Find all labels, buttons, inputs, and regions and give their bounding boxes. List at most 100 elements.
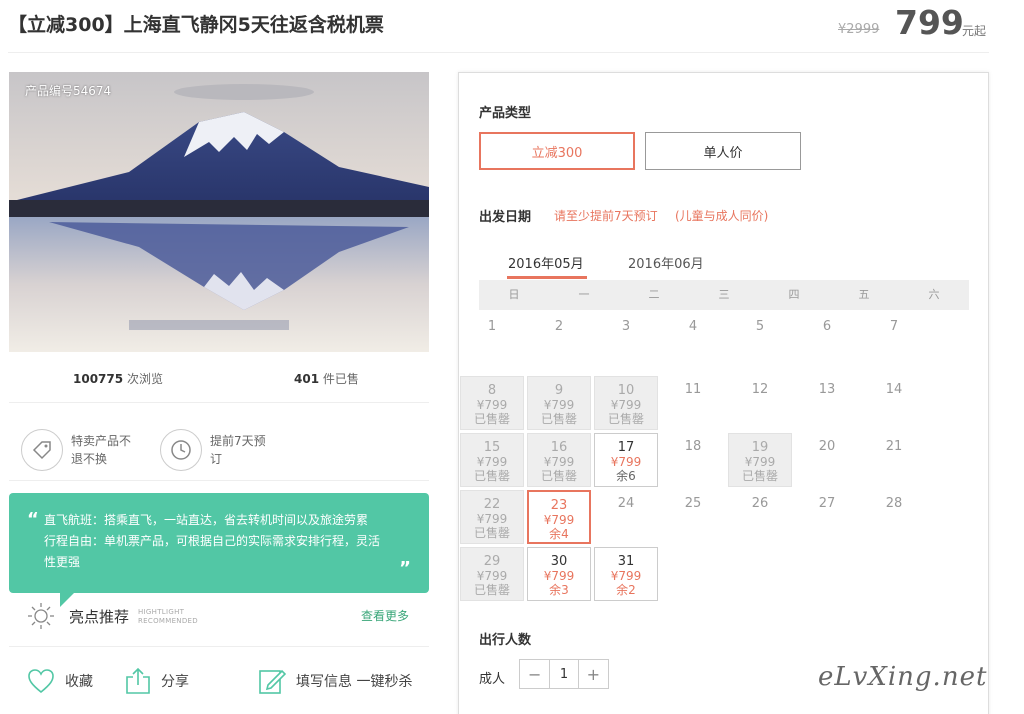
- weekday: 三: [718, 288, 730, 301]
- increment-button[interactable]: +: [579, 660, 608, 688]
- day-price: ¥799: [476, 455, 508, 469]
- day-status: 已售罄: [540, 469, 577, 483]
- day-price: ¥799: [543, 398, 575, 412]
- fill-info-button[interactable]: 填写信息 一键秒杀: [258, 664, 412, 698]
- day-number: 6: [822, 319, 832, 334]
- current-price: 799: [895, 3, 964, 42]
- weekday: 五: [858, 288, 870, 301]
- day-price: ¥799: [476, 512, 508, 526]
- divider: [9, 402, 429, 403]
- highlights-row: 亮点推荐 HIGHTLIGHT RECOMMENDED 查看更多: [9, 598, 429, 634]
- sold-stat: 401 件已售: [294, 370, 359, 387]
- calendar-day-9[interactable]: 9 ¥799 已售罄: [527, 376, 591, 430]
- day-price: ¥799: [543, 569, 575, 583]
- day-number: 31: [617, 554, 635, 569]
- weekday: 一: [578, 288, 590, 301]
- day-status: 已售罄: [607, 412, 644, 426]
- tag-icon: [21, 429, 63, 471]
- day-number: 17: [617, 440, 635, 455]
- type-option-discount[interactable]: 立减300: [479, 132, 635, 170]
- sold-label: 件已售: [322, 372, 359, 386]
- day-number: 25: [684, 496, 702, 511]
- favorite-label: 收藏: [65, 674, 93, 690]
- product-type-title: 产品类型: [479, 106, 532, 121]
- calendar-day-23[interactable]: 23 ¥799 余4: [527, 490, 591, 544]
- calendar-day-15[interactable]: 15 ¥799 已售罄: [460, 433, 524, 487]
- hero-image: 产品编号54674: [9, 72, 429, 352]
- share-button[interactable]: 分享: [125, 664, 189, 698]
- day-number: 4: [688, 319, 698, 334]
- weekday: 六: [928, 288, 940, 301]
- calendar-day-18: 18: [661, 433, 725, 487]
- highlights-en-1: HIGHTLIGHT: [138, 608, 185, 616]
- day-number: 2: [554, 319, 564, 334]
- child-price-note: (儿童与成人同价): [675, 209, 769, 223]
- open-quote-icon: “: [27, 509, 39, 530]
- quantity-value[interactable]: 1: [549, 660, 579, 688]
- day-number: 20: [818, 439, 836, 454]
- day-price: ¥799: [543, 513, 575, 527]
- calendar-day-31[interactable]: 31 ¥799 余2: [594, 547, 658, 601]
- type-option-single[interactable]: 单人价: [645, 132, 801, 170]
- calendar-day-22[interactable]: 22 ¥799 已售罄: [460, 490, 524, 544]
- calendar-day-21: 21: [862, 433, 926, 487]
- view-more-link[interactable]: 查看更多: [361, 607, 409, 624]
- calendar-day-30[interactable]: 30 ¥799 余3: [527, 547, 591, 601]
- feature-text: 提前7天预订: [210, 434, 266, 466]
- feature-advance-booking: 提前7天预订: [160, 428, 270, 472]
- calendar-day-10[interactable]: 10 ¥799 已售罄: [594, 376, 658, 430]
- calendar-day-5: 5: [728, 313, 792, 367]
- day-number: 10: [617, 383, 635, 398]
- day-number: 19: [751, 440, 769, 455]
- day-price: ¥799: [543, 455, 575, 469]
- tab-may-2016[interactable]: 2016年05月: [508, 253, 584, 272]
- tab-june-2016[interactable]: 2016年06月: [628, 253, 704, 272]
- clock-icon: [160, 429, 202, 471]
- day-number: 23: [550, 498, 568, 513]
- day-number: 24: [617, 496, 635, 511]
- highlights-en-label: HIGHTLIGHT RECOMMENDED: [138, 608, 198, 626]
- calendar-day-13: 13: [795, 376, 859, 430]
- product-number: 产品编号54674: [25, 84, 112, 98]
- stats-bar: 100775 次浏览 401 件已售: [9, 362, 429, 402]
- decrement-button[interactable]: −: [520, 660, 549, 688]
- calendar-day-19[interactable]: 19 ¥799 已售罄: [728, 433, 792, 487]
- calendar-day-17[interactable]: 17 ¥799 余6: [594, 433, 658, 487]
- calendar-day-4: 4: [661, 313, 725, 367]
- booking-note: 请至少提前7天预订: [554, 209, 658, 223]
- calendar-day-29[interactable]: 29 ¥799 已售罄: [460, 547, 524, 601]
- weekday: 四: [788, 288, 800, 301]
- departure-date-title: 出发日期: [479, 210, 532, 225]
- header: 【立减300】上海直飞静冈5天往返含税机票 ¥2999 799 元起: [0, 0, 1024, 52]
- day-status: 余3: [549, 583, 569, 597]
- page-title: 【立减300】上海直飞静冈5天往返含税机票: [8, 14, 384, 36]
- day-number: 1: [487, 319, 497, 334]
- weekday: 日: [508, 288, 520, 301]
- calendar-day-6: 6: [795, 313, 859, 367]
- feature-text: 特卖产品不退不换: [71, 434, 132, 466]
- day-number: 27: [818, 496, 836, 511]
- day-number: 18: [684, 439, 702, 454]
- calendar-day-14: 14: [862, 376, 926, 430]
- divider: [9, 480, 429, 481]
- highlight-line: 直飞航班：搭乘直飞，一站直达，省去转机时间以及旅途劳累: [44, 513, 369, 527]
- travelers-title: 出行人数: [479, 633, 532, 648]
- day-number: 21: [885, 439, 903, 454]
- calendar-day-26: 26: [728, 490, 792, 544]
- fill-info-label: 填写信息 一键秒杀: [296, 674, 413, 690]
- share-icon: [126, 667, 150, 694]
- calendar-day-12: 12: [728, 376, 792, 430]
- views-label: 次浏览: [126, 372, 163, 386]
- day-status: 已售罄: [540, 412, 577, 426]
- calendar-day-8[interactable]: 8 ¥799 已售罄: [460, 376, 524, 430]
- weekday: 二: [648, 288, 660, 301]
- day-status: 余2: [616, 583, 636, 597]
- highlight-line: 行程自由：单机票产品，可根据自己的实际需求安排行程，灵活性更强: [44, 534, 381, 569]
- views-stat: 100775 次浏览: [73, 370, 163, 387]
- day-number: 28: [885, 496, 903, 511]
- calendar-day-11: 11: [661, 376, 725, 430]
- calendar-day-16[interactable]: 16 ¥799 已售罄: [527, 433, 591, 487]
- favorite-button[interactable]: 收藏: [27, 664, 93, 698]
- day-status: 已售罄: [473, 469, 510, 483]
- day-status: 已售罄: [473, 526, 510, 540]
